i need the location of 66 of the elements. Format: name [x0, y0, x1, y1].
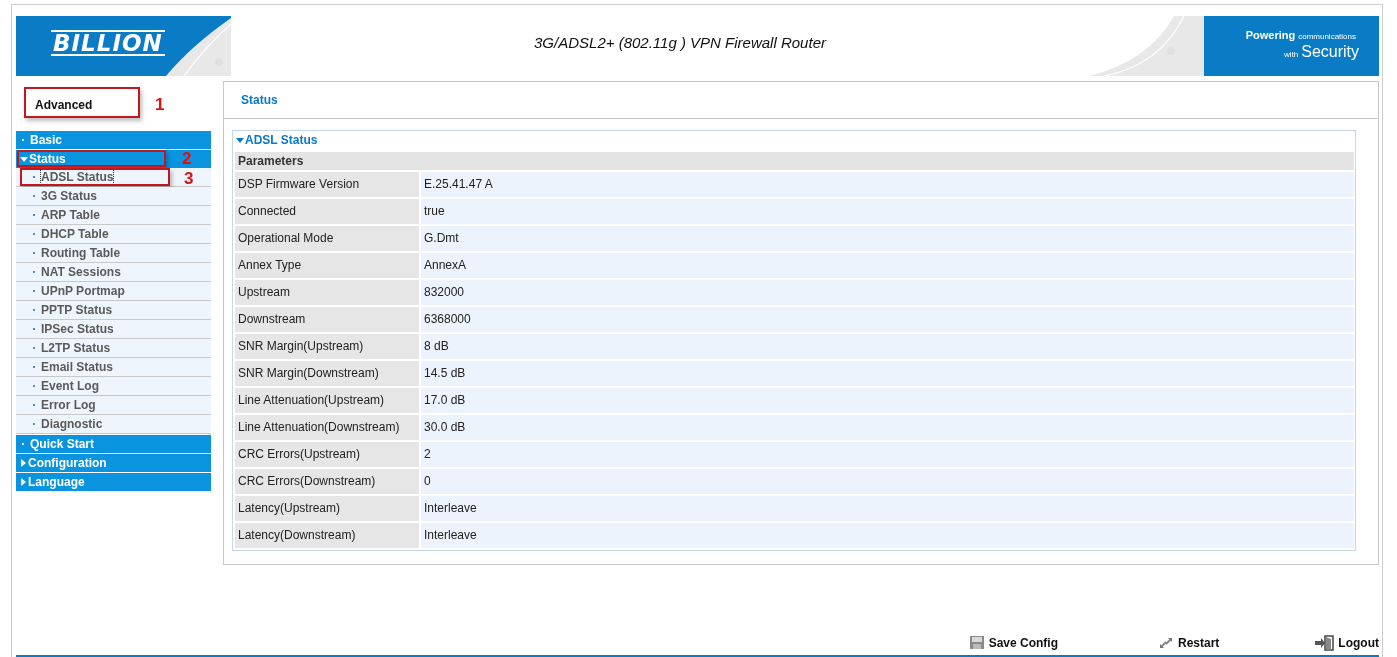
page-title: Status — [224, 82, 1378, 119]
table-cell: Annex Type — [235, 253, 419, 278]
table-cell: G.Dmt — [421, 226, 1354, 251]
annotation-number: 2 — [182, 150, 192, 167]
nav-item[interactable]: Routing Table — [16, 244, 211, 263]
table-cell: 8 dB — [421, 334, 1354, 359]
table-cell: 6368000 — [421, 307, 1354, 332]
nav-item[interactable]: ADSL Status 3 — [16, 168, 211, 187]
table-cell: DSP Firmware Version — [235, 172, 419, 197]
nav-item[interactable]: DHCP Table — [16, 225, 211, 244]
table-cell: true — [421, 199, 1354, 224]
table-cell: CRC Errors(Upstream) — [235, 442, 419, 467]
table-cell: Connected — [235, 199, 419, 224]
arrows-icon — [1158, 635, 1174, 651]
table-cell: Interleave — [421, 523, 1354, 548]
table-cell: CRC Errors(Downstream) — [235, 469, 419, 494]
door-arrow-icon — [1314, 635, 1335, 651]
swoosh-drawing — [166, 16, 231, 76]
annotation-number: 3 — [184, 170, 194, 187]
nav-section[interactable]: Language — [16, 473, 211, 491]
nav-section[interactable]: Basic — [16, 131, 211, 149]
table-cell: SNR Margin(Upstream) — [235, 334, 419, 359]
nav-section[interactable]: Quick Start — [16, 435, 211, 453]
table-cell: Operational Mode — [235, 226, 419, 251]
nav-item[interactable]: 3G Status — [16, 187, 211, 206]
table-header: Parameters — [235, 152, 1354, 170]
table-cell: 17.0 dB — [421, 388, 1354, 413]
table-cell: Upstream — [235, 280, 419, 305]
footer-link[interactable]: Save Config — [968, 635, 1058, 651]
nav-item[interactable]: Email Status — [16, 358, 211, 377]
nav-section[interactable]: Configuration — [16, 454, 211, 472]
table-cell: Interleave — [421, 496, 1354, 521]
table-cell: 14.5 dB — [421, 361, 1354, 386]
nav-item[interactable]: PPTP Status — [16, 301, 211, 320]
slogan-text: Powering — [1245, 29, 1296, 41]
table-cell: Line Attenuation(Upstream) — [235, 388, 419, 413]
nav-item[interactable]: ARP Table — [16, 206, 211, 225]
nav-item[interactable]: L2TP Status — [16, 339, 211, 358]
table-cell: 0 — [421, 469, 1354, 494]
table-cell: E.25.41.47 A — [421, 172, 1354, 197]
nav-item[interactable]: NAT Sessions — [16, 263, 211, 282]
table-cell: 30.0 dB — [421, 415, 1354, 440]
nav-item[interactable]: UPnP Portmap — [16, 282, 211, 301]
slogan-text: communications — [1298, 32, 1356, 41]
table-cell: SNR Margin(Downstream) — [235, 361, 419, 386]
table-cell: 2 — [421, 442, 1354, 467]
logo-text: BILLION — [51, 30, 165, 56]
nav-section[interactable]: Status 2 — [16, 150, 211, 168]
table-cell: AnnexA — [421, 253, 1354, 278]
slogan-text: Security — [1301, 43, 1359, 60]
nav-item[interactable]: Event Log — [16, 377, 211, 396]
table-cell: Line Attenuation(Downstream) — [235, 415, 419, 440]
table-cell: Downstream — [235, 307, 419, 332]
slogan-text: with — [1283, 50, 1299, 59]
nav-item[interactable]: IPSec Status — [16, 320, 211, 339]
footer-link[interactable]: Restart — [1158, 635, 1220, 651]
window-title: 3G/ADSL2+ (802.11g ) VPN Firewall Router — [533, 33, 828, 53]
annotation-number: 1 — [155, 96, 165, 113]
table-cell: 832000 — [421, 280, 1354, 305]
nav-item[interactable]: Error Log — [16, 396, 211, 415]
nav-item[interactable]: Diagnostic — [16, 415, 211, 434]
footer-link[interactable]: Logout — [1314, 635, 1379, 651]
table-cell: Latency(Downstream) — [235, 523, 419, 548]
section-title[interactable]: ADSL Status — [235, 131, 1354, 149]
mode-label: Advanced — [35, 98, 93, 112]
table-cell: Latency(Upstream) — [235, 496, 419, 521]
